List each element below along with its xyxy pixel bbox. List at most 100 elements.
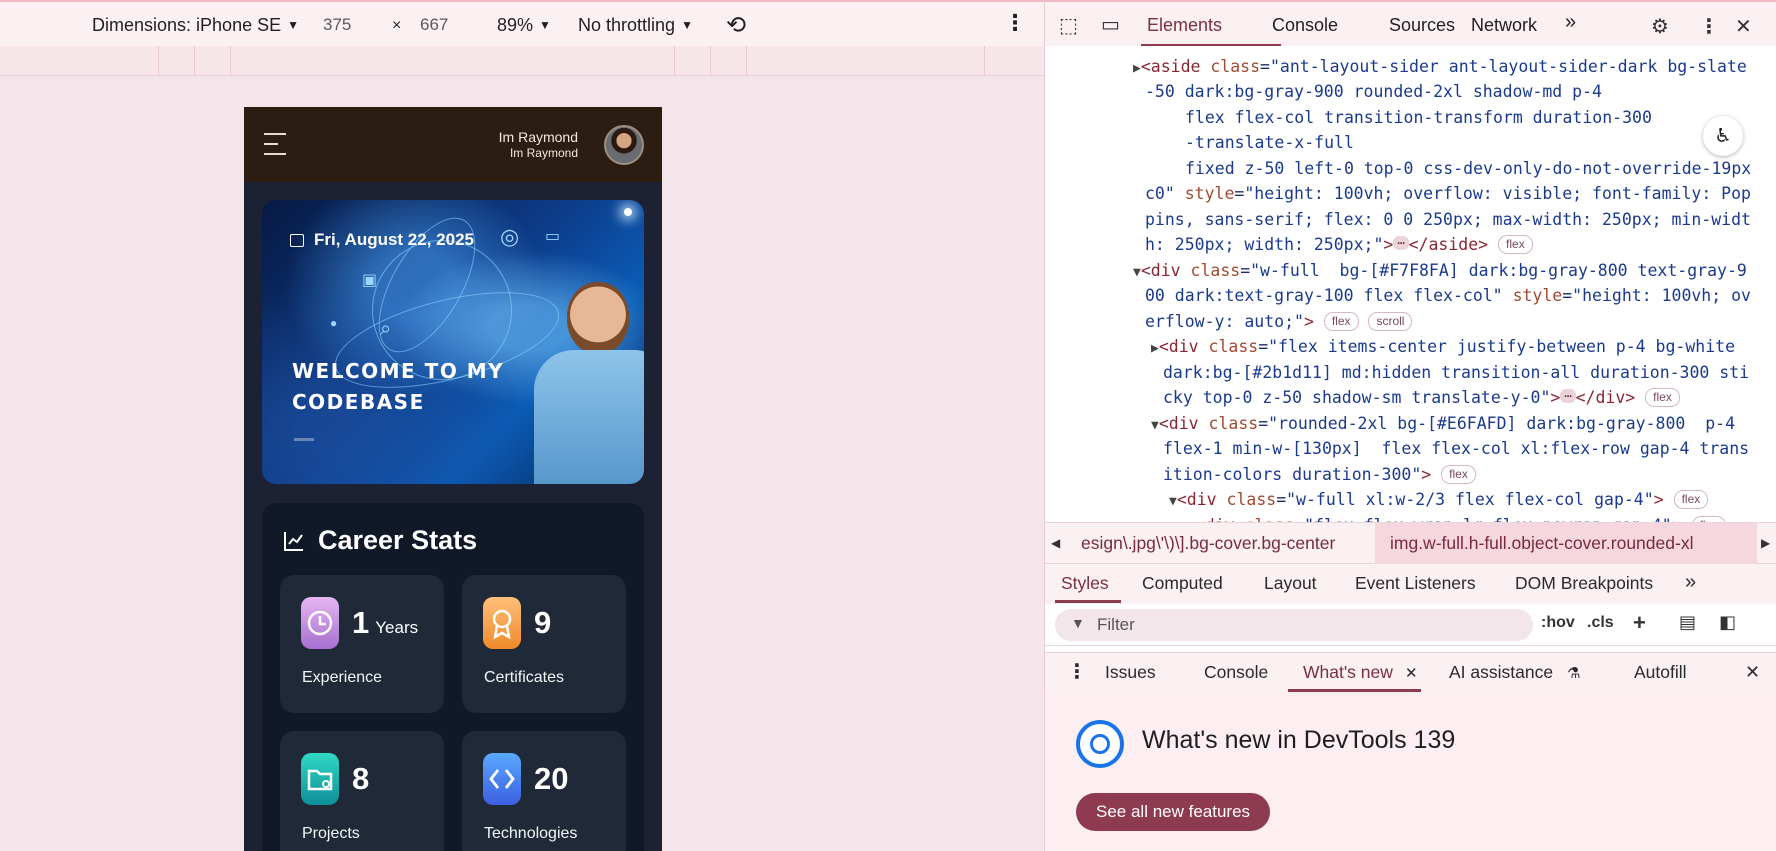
accessibility-icon[interactable]: ♿	[1703, 116, 1743, 156]
tab-layout[interactable]: Layout	[1264, 573, 1317, 594]
chevron-down-icon: ▼	[287, 18, 299, 32]
hamburger-menu-icon[interactable]	[264, 133, 286, 155]
tab-elements[interactable]: Elements	[1147, 15, 1222, 36]
banner-date: Fri, August 22, 2025	[290, 230, 474, 250]
close-tab-icon[interactable]: ✕	[1405, 664, 1418, 682]
tab-autofill[interactable]: Autofill	[1634, 662, 1687, 683]
magnifier-icon: ⌕	[380, 318, 392, 340]
tab-drawer-console[interactable]: Console	[1204, 662, 1268, 683]
close-icon[interactable]: ✕	[1735, 14, 1752, 39]
code-icon	[483, 753, 521, 805]
see-all-features-button[interactable]: See all new features	[1076, 793, 1271, 831]
device-toggle-icon[interactable]: ▭	[1101, 12, 1120, 37]
dom-line[interactable]: ▼<div class="w-full xl:w-2/3 flex flex-c…	[1169, 487, 1709, 515]
breadcrumb-item-selected[interactable]: img.w-full.h-full.object-cover.rounded-x…	[1390, 533, 1693, 554]
chat-icon: ▭	[545, 228, 561, 245]
globe-icon: ◎	[500, 224, 520, 249]
breadcrumb-item[interactable]: esign\.jpg\'\)\].bg-cover.bg-center	[1081, 533, 1335, 554]
tab-ai-assistance[interactable]: AI assistance	[1449, 662, 1553, 683]
close-drawer-icon[interactable]: ✕	[1745, 662, 1760, 683]
stat-card-experience[interactable]: 1 Years Experience	[280, 575, 444, 713]
height-input[interactable]: 667	[420, 15, 448, 35]
elements-dom-tree[interactable]: ▶<aside class="ant-layout-sider ant-layo…	[1045, 46, 1763, 522]
hover-state-toggle[interactable]: :hov	[1541, 614, 1575, 632]
stat-value: 20	[534, 761, 569, 796]
tab-issues[interactable]: Issues	[1105, 662, 1156, 683]
calendar-icon	[290, 233, 304, 247]
dom-line[interactable]: ▼<div class="flex flex-wrap lg:flex-nowr…	[1187, 513, 1727, 522]
media-query-ruler[interactable]	[0, 46, 1044, 76]
scroll-badge[interactable]: scroll	[1368, 312, 1413, 331]
lock-icon: ▣	[362, 272, 378, 289]
stat-value: 8	[352, 761, 370, 796]
rotate-icon[interactable]: ⟲	[726, 11, 746, 40]
zoom-dropdown[interactable]: 89% ▼	[497, 15, 551, 36]
more-tabs-icon[interactable]: »	[1685, 571, 1696, 594]
throttling-dropdown[interactable]: No throttling ▼	[578, 15, 693, 36]
tab-styles[interactable]: Styles	[1061, 573, 1109, 594]
chart-line-icon	[284, 531, 303, 551]
dom-line[interactable]: ▶<aside class="ant-layout-sider ant-layo…	[1133, 54, 1747, 82]
stat-card-technologies[interactable]: 20 Technologies	[462, 731, 626, 851]
stat-label: Certificates	[484, 669, 565, 686]
tab-whats-new[interactable]: What's new	[1303, 662, 1393, 683]
inspect-element-icon[interactable]: ⬚	[1059, 13, 1078, 38]
dom-line: c0" style="height: 100vh; overflow: visi…	[1145, 184, 1751, 203]
user-info: Im Raymond Im Raymond	[499, 129, 578, 160]
gear-icon[interactable]: ⚙	[1651, 14, 1669, 39]
throttling-label: No throttling	[578, 15, 676, 35]
chevron-down-icon: ▼	[539, 18, 551, 32]
tab-network[interactable]: Network	[1471, 15, 1537, 36]
welcome-banner: ◎ ▭ ▣ ⌕ ● Fri, August 22, 2025 WELCOME T…	[262, 200, 644, 484]
flex-badge[interactable]: flex	[1673, 490, 1709, 509]
dom-line[interactable]: ▶<div class="flex items-center justify-b…	[1151, 334, 1735, 362]
width-input[interactable]: 375	[323, 15, 351, 35]
dimensions-dropdown[interactable]: Dimensions: iPhone SE ▼	[92, 15, 299, 36]
tab-dom-breakpoints[interactable]: DOM Breakpoints	[1515, 573, 1653, 594]
carousel-indicator[interactable]	[294, 438, 314, 441]
career-stats-title: Career Stats	[318, 525, 478, 555]
flex-badge[interactable]: flex	[1498, 235, 1533, 254]
tab-event-listeners[interactable]: Event Listeners	[1355, 573, 1476, 594]
devtools-tabbar: ⬚ ▭ Elements Console Sources Network » ⚙…	[1045, 0, 1776, 47]
plus-icon[interactable]: +	[1633, 610, 1646, 636]
filter-input[interactable]: Filter	[1055, 609, 1533, 641]
collapsed-content[interactable]: ⋯	[1560, 389, 1576, 403]
dom-line: -50 dark:bg-gray-900 rounded-2xl shadow-…	[1145, 82, 1602, 101]
avatar[interactable]	[604, 125, 644, 165]
dom-line: ition-colors duration-300"> flex	[1163, 462, 1476, 488]
tab-console[interactable]: Console	[1272, 15, 1338, 36]
dom-line[interactable]: ▼<div class="w-full bg-[#F7F8FA] dark:bg…	[1133, 258, 1747, 286]
zoom-label: 89%	[497, 15, 534, 35]
user-node-icon: ●	[330, 316, 338, 330]
folder-icon	[301, 753, 339, 805]
drawer-menu-icon[interactable]: ⋮	[1067, 659, 1087, 684]
chevron-right-icon[interactable]: ▶	[1761, 536, 1770, 550]
breadcrumb: ◀ esign\.jpg\'\)\].bg-cover.bg-center im…	[1045, 522, 1776, 565]
class-toggle[interactable]: .cls	[1587, 614, 1614, 632]
stat-card-projects[interactable]: 8 Projects	[280, 731, 444, 851]
flex-badge[interactable]: flex	[1441, 465, 1476, 484]
ruler-tick	[710, 46, 711, 76]
dom-line: pins, sans-serif; flex: 0 0 250px; max-w…	[1145, 210, 1751, 229]
dom-line: fixed z-50 left-0 top-0 css-dev-only-do-…	[1185, 159, 1752, 178]
paint-icon[interactable]: ▤	[1679, 612, 1696, 633]
kebab-menu-icon[interactable]: ⋮	[1699, 14, 1719, 39]
collapsed-content[interactable]: ⋯	[1393, 236, 1409, 250]
stat-label: Technologies	[484, 825, 578, 842]
flex-badge[interactable]: flex	[1645, 388, 1680, 407]
stat-card-certificates[interactable]: 9 Certificates	[462, 575, 626, 713]
tab-sources[interactable]: Sources	[1389, 15, 1455, 36]
sidebar-toggle-icon[interactable]: ◧	[1719, 612, 1736, 633]
chevron-down-icon: ▼	[681, 18, 693, 32]
dom-line: h: 250px; width: 250px;"> ⋯ </aside> flex	[1145, 232, 1533, 258]
chevron-left-icon[interactable]: ◀	[1051, 536, 1060, 550]
tab-computed[interactable]: Computed	[1142, 573, 1223, 594]
dom-line[interactable]: ▼<div class="rounded-2xl bg-[#E6FAFD] da…	[1151, 411, 1735, 439]
ruler-tick	[158, 46, 159, 76]
flex-badge[interactable]: flex	[1323, 312, 1359, 331]
more-options-icon[interactable]: ⋮	[1004, 10, 1026, 36]
more-tabs-icon[interactable]: »	[1565, 11, 1576, 34]
dom-line: -translate-x-full	[1185, 133, 1354, 152]
flask-icon: ⚗	[1567, 665, 1581, 682]
